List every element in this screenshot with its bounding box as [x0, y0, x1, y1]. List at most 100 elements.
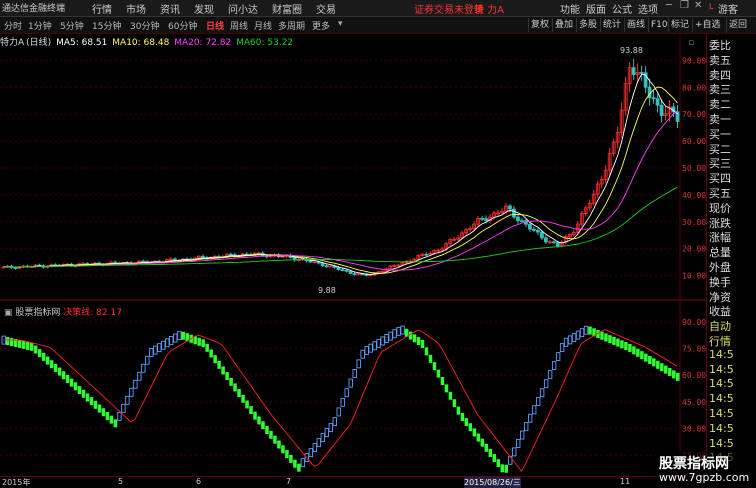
tool-mark[interactable]: 标记 [668, 18, 691, 32]
side-panel-label: 净资 [709, 290, 731, 304]
indicator-block-down [45, 356, 50, 365]
indicator-block-down [624, 342, 628, 351]
tf-weekly[interactable]: 周线 [230, 19, 248, 32]
menu-options[interactable]: 选项 [638, 1, 658, 16]
indicator-block-down [29, 342, 34, 351]
candle [544, 237, 548, 243]
close-icon[interactable]: ✕ [694, 0, 702, 11]
menu-market[interactable]: 市场 [126, 1, 146, 16]
candle [555, 242, 560, 247]
side-panel-label: 14:5 [709, 377, 734, 391]
indicator-block-up [336, 407, 341, 417]
indicator-block-down [281, 445, 285, 454]
side-panel-label: 委比 [709, 39, 731, 52]
tf-5min[interactable]: 5分钟 [60, 19, 84, 32]
indicator-block-down [644, 353, 648, 362]
indicator-block-down [257, 416, 261, 425]
tf-15min[interactable]: 15分钟 [92, 19, 121, 32]
menu-trade[interactable]: 交易 [316, 1, 336, 16]
indicator-block-down [504, 464, 509, 473]
indicator-block-down [245, 400, 249, 409]
indicator-block-down [444, 384, 449, 393]
side-panel-label: 自动 [709, 320, 731, 334]
indicator-block-down [201, 339, 205, 348]
menu-market-quotes[interactable]: 行情 [92, 1, 112, 16]
indicator-block-down [89, 397, 94, 406]
side-panel-label: 买三 [709, 157, 731, 171]
indicator-block-down [616, 338, 620, 347]
indicator-block-down [225, 372, 229, 381]
menu-formula[interactable]: 公式 [612, 1, 632, 16]
menu-layout[interactable]: 版面 [586, 1, 606, 16]
indicator-block-up [547, 370, 553, 380]
indicator-block-up [392, 329, 397, 339]
tf-60min[interactable]: 60分钟 [168, 19, 197, 32]
tool-adjust[interactable]: 复权 [528, 18, 551, 32]
tool-add-watchlist[interactable]: +自选 [692, 18, 723, 32]
tool-draw[interactable]: 画线 [624, 18, 647, 32]
menu-ask[interactable]: 问小达 [228, 1, 258, 16]
indicator-block-up [527, 413, 533, 423]
minimize-icon[interactable]: ─ [666, 0, 672, 11]
kline-chart[interactable]: 90.00 80.00 70.00 60.00 50.00 40.00 30.00 20.00… [0, 35, 706, 476]
menu-discover[interactable]: 发现 [194, 1, 214, 16]
candle [631, 67, 636, 75]
menu-news[interactable]: 资讯 [160, 1, 180, 16]
indicator-block-down [73, 382, 78, 391]
candle [340, 269, 345, 272]
menu-wealth[interactable]: 财富圈 [272, 1, 302, 16]
tf-monthly[interactable]: 月线 [254, 19, 272, 32]
price-axis-label: 80.00 [682, 83, 706, 92]
app-logo: 通达信金融终端 [2, 4, 66, 14]
candle [536, 229, 540, 233]
candle [484, 218, 488, 221]
tool-back[interactable]: 返回 [726, 18, 749, 32]
indicator-block-up [579, 328, 585, 338]
tool-multi-stock[interactable]: 多股 [576, 18, 599, 32]
tf-1min[interactable]: 1分钟 [28, 19, 52, 32]
tf-more[interactable]: 更多 [312, 19, 330, 32]
date-tick: 5 [118, 477, 124, 486]
menu-function[interactable]: 功能 [560, 1, 580, 16]
indicator-block-down [412, 334, 417, 343]
price-axis-label: 40.00 [682, 191, 706, 200]
side-panel-label: 涨跌 [709, 216, 731, 230]
candle [336, 267, 341, 271]
restore-icon[interactable]: ❐ [680, 0, 689, 11]
high-price-label: 93.88 [620, 46, 643, 55]
tool-f10[interactable]: F10 [648, 18, 670, 32]
tool-overlay[interactable]: 叠加 [552, 18, 575, 32]
indicator-block-down [105, 411, 110, 420]
tf-30min[interactable]: 30分钟 [130, 19, 159, 32]
indicator-block-up [571, 333, 577, 342]
panel-settings-icon[interactable]: ▫ [688, 38, 694, 48]
user-label[interactable]: 游客 [718, 1, 738, 16]
tf-intraday[interactable]: 分时 [4, 19, 22, 32]
indicator-block-up [312, 443, 318, 453]
indicator-block-down [241, 394, 245, 403]
side-panel-label: 卖一 [709, 113, 731, 126]
indicator-icon[interactable]: ▣ [4, 308, 13, 318]
indicator-block-down [640, 351, 644, 360]
date-tick: 6 [196, 477, 202, 486]
candle [308, 260, 313, 263]
indicator-block-down [65, 374, 70, 383]
watermark: 股票指标网 www.7gpzb.com [655, 451, 756, 487]
indicator-block-up [177, 331, 182, 341]
indicator-block-up [380, 336, 385, 346]
indicator-block-down [676, 372, 680, 381]
candle [13, 267, 18, 269]
indicator-block-down [448, 391, 453, 400]
more-dropdown-icon[interactable]: ▾ [338, 19, 343, 29]
indicator-block-down [620, 340, 624, 349]
tf-multi[interactable]: 多周期 [278, 19, 305, 32]
tf-daily[interactable]: 日线 [206, 19, 224, 32]
indicator-block-up [117, 411, 122, 421]
indicator-block-up [149, 348, 154, 357]
candle [655, 98, 660, 106]
candle [512, 208, 516, 218]
watermark-title: 股票指标网 [659, 456, 729, 472]
indicator-block-down [269, 430, 273, 439]
ma20-line [3, 110, 678, 271]
tool-stats[interactable]: 统计 [600, 18, 623, 32]
